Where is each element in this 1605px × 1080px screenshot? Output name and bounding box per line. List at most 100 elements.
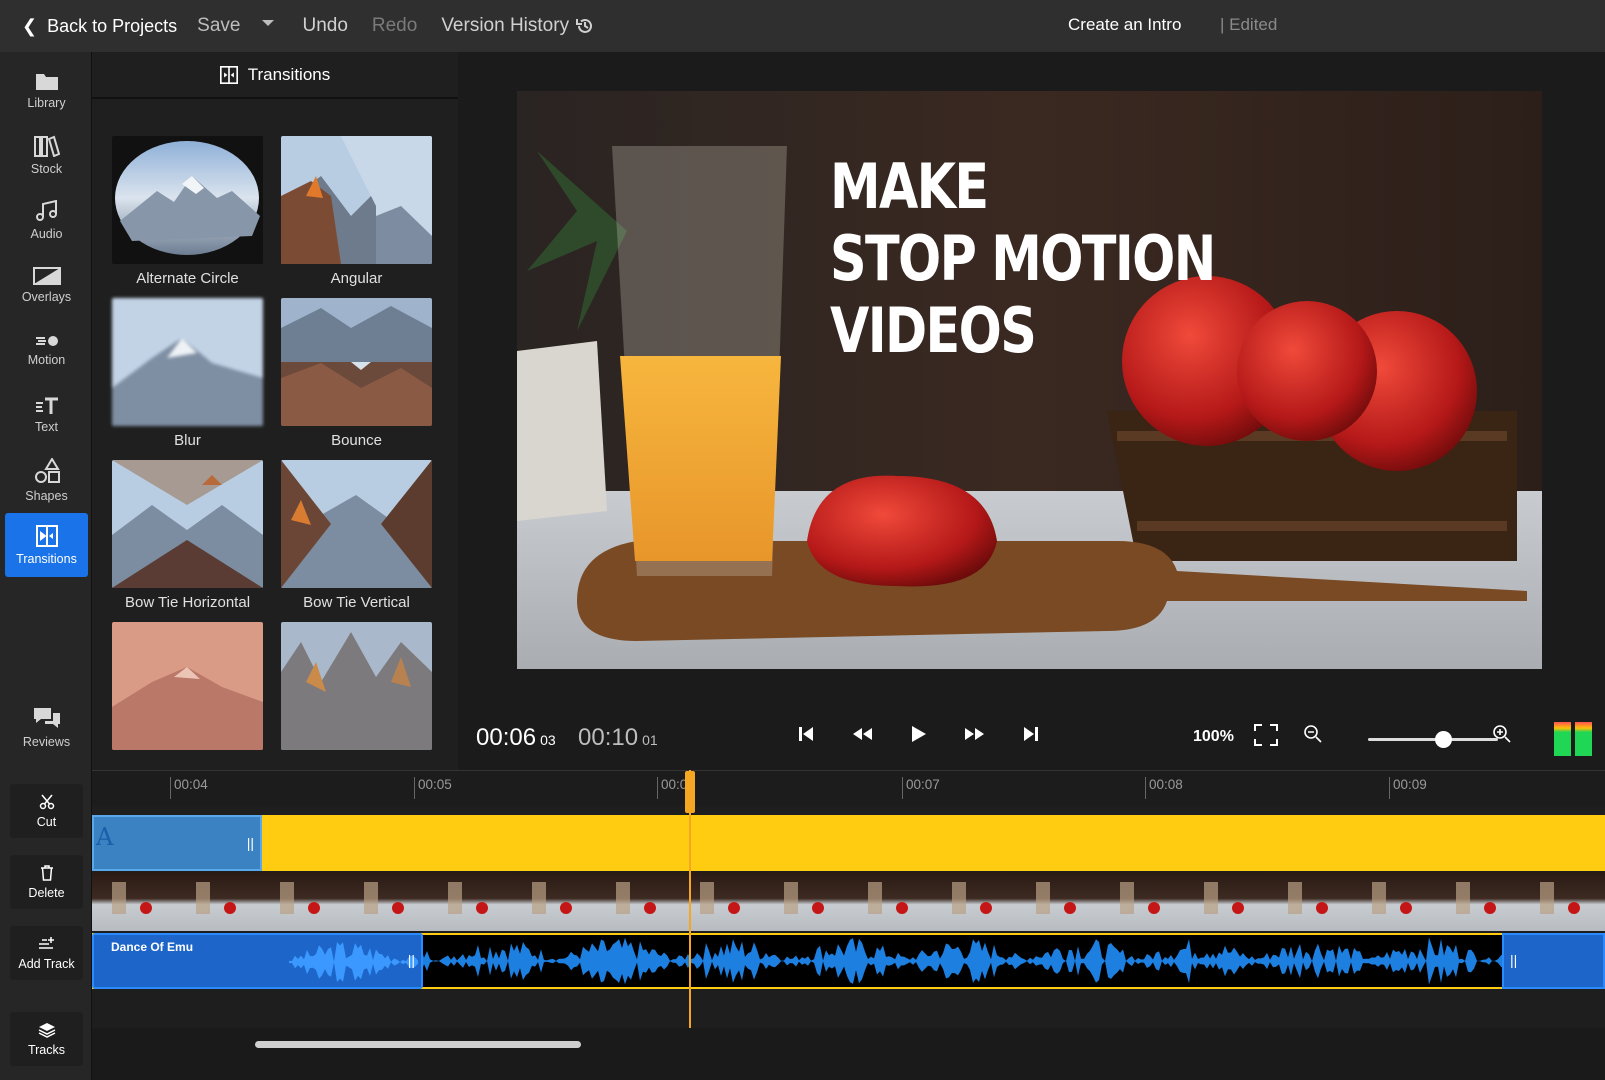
tool-label: Delete	[28, 885, 65, 900]
timeline-horizontal-scrollbar[interactable]	[255, 1041, 581, 1048]
sidebar-item-audio[interactable]: Audio	[5, 188, 88, 252]
sidebar-item-stock[interactable]: Stock	[5, 123, 88, 187]
transition-tile-bow-tie-vertical[interactable]: Bow Tie Vertical	[281, 460, 432, 611]
books-icon	[33, 135, 60, 157]
meter-right	[1575, 722, 1592, 756]
title-line: STOP MOTION	[830, 222, 1216, 295]
ruler-tick: 00:05	[414, 777, 452, 799]
sidebar-item-shapes[interactable]: Shapes	[5, 448, 88, 512]
video-frame-thumbnail	[764, 872, 850, 931]
ruler-tick: 00:04	[170, 777, 208, 799]
clip-trim-handle[interactable]: ||	[1510, 952, 1517, 968]
frame-glass	[1540, 882, 1554, 914]
add-track-button[interactable]: Add Track	[10, 926, 83, 980]
video-title-overlay[interactable]: MAKE STOP MOTION VIDEOS	[830, 151, 1216, 367]
sidebar-item-label: Transitions	[16, 551, 77, 566]
fullscreen-icon[interactable]	[1254, 724, 1278, 746]
time-ruler[interactable]: 00:04 00:05 00:0 00:07 00:08 00:09	[92, 770, 1605, 806]
transition-thumbnail	[112, 136, 263, 264]
frame-glass	[616, 882, 630, 914]
back-to-projects-button[interactable]: ❮ Back to Projects	[22, 16, 177, 37]
music-note-icon	[35, 199, 57, 221]
skip-to-end-icon[interactable]	[1022, 724, 1040, 744]
frame-apple	[728, 902, 740, 914]
zoom-slider[interactable]	[1368, 731, 1498, 748]
video-frame-thumbnail	[1268, 872, 1354, 931]
sidebar-item-transitions[interactable]: Transitions	[5, 513, 88, 577]
clip-trim-handle[interactable]: ||	[408, 952, 415, 968]
timeline-tools: Cut Delete Add Track Tracks	[0, 770, 92, 1080]
video-frame-thumbnail	[1016, 872, 1102, 931]
ruler-tick: 00:08	[1145, 777, 1183, 799]
text-track[interactable]	[92, 815, 1605, 871]
frame-glass	[868, 882, 882, 914]
frame-apple	[476, 902, 488, 914]
video-frame-thumbnail	[512, 872, 598, 931]
chat-icon	[33, 707, 60, 728]
title-line: VIDEOS	[830, 294, 1037, 367]
audio-clip-next[interactable]: ||	[1502, 933, 1605, 989]
transport-bar: 00:06 03 00:10 01 100%	[458, 710, 1605, 760]
rewind-icon[interactable]	[850, 724, 874, 744]
sidebar-item-reviews[interactable]: Reviews	[5, 695, 88, 759]
fast-forward-icon[interactable]	[963, 724, 987, 744]
total-frames: 01	[642, 732, 658, 748]
transition-tile-bounce[interactable]: Bounce	[281, 298, 432, 449]
transition-thumbnail	[281, 460, 432, 588]
frame-apple	[224, 902, 236, 914]
sidebar-item-text[interactable]: Text	[5, 383, 88, 447]
sidebar-item-label: Shapes	[25, 488, 68, 503]
sidebar-item-label: Reviews	[22, 734, 71, 749]
sidebar-item-label: Overlays	[21, 289, 72, 304]
transition-tile-angular[interactable]: Angular	[281, 136, 432, 287]
sidebar-item-overlays[interactable]: Overlays	[5, 253, 88, 317]
version-history-button[interactable]: Version History	[441, 15, 595, 37]
save-button[interactable]: Save	[197, 15, 240, 37]
zoom-level[interactable]: 100%	[1193, 728, 1234, 746]
transition-thumbnail	[281, 298, 432, 426]
skip-to-start-icon[interactable]	[797, 724, 815, 744]
audio-clip[interactable]: Dance Of Emu ||	[92, 933, 423, 989]
zoom-in-icon[interactable]	[1492, 724, 1512, 744]
transition-tile-alternate-circle[interactable]: Alternate Circle	[112, 136, 263, 287]
clip-trim-handle[interactable]: ||	[247, 835, 254, 851]
redo-button[interactable]: Redo	[372, 15, 417, 37]
text-clip[interactable]: A ||	[92, 815, 262, 871]
sidebar-item-motion[interactable]: Motion	[5, 318, 88, 382]
video-track[interactable]	[92, 872, 1605, 931]
transition-label: Bounce	[331, 432, 382, 449]
frame-apple	[1568, 902, 1580, 914]
meter-left	[1554, 722, 1571, 756]
transition-thumbnail	[281, 136, 432, 264]
sidebar-item-library[interactable]: Library	[5, 58, 88, 122]
project-name[interactable]: Create an Intro	[1068, 15, 1181, 35]
frame-glass	[1120, 882, 1134, 914]
frame-glass	[280, 882, 294, 914]
zoom-out-icon[interactable]	[1303, 724, 1323, 744]
save-options-caret-icon[interactable]	[262, 20, 275, 26]
delete-button[interactable]: Delete	[10, 855, 83, 909]
undo-button[interactable]: Undo	[302, 15, 347, 37]
transition-tile-bow-tie-horizontal[interactable]: Bow Tie Horizontal	[112, 460, 263, 611]
zoom-slider-knob[interactable]	[1435, 731, 1452, 748]
frame-apple	[896, 902, 908, 914]
transition-tile-blur[interactable]: Blur	[112, 298, 263, 449]
tracks-button[interactable]: Tracks	[10, 1012, 83, 1066]
frame-glass	[532, 882, 546, 914]
audio-level-meter	[1554, 722, 1592, 756]
transition-tile-cross-fade[interactable]	[281, 622, 432, 750]
video-frame-thumbnail	[1436, 872, 1522, 931]
playhead[interactable]	[685, 770, 695, 1030]
frame-apple	[392, 902, 404, 914]
play-icon[interactable]	[908, 724, 928, 744]
frame-glass	[1204, 882, 1218, 914]
tool-label: Cut	[36, 814, 57, 829]
total-time: 00:10	[578, 724, 639, 751]
video-preview[interactable]: MAKE STOP MOTION VIDEOS	[517, 91, 1542, 669]
playhead-handle[interactable]	[685, 771, 695, 813]
timeline[interactable]: 00:04 00:05 00:0 00:07 00:08 00:09 A || …	[92, 770, 1605, 1080]
cut-button[interactable]: Cut	[10, 784, 83, 838]
transition-tile-color-tint[interactable]	[112, 622, 263, 750]
transition-label: Bow Tie Vertical	[303, 594, 410, 611]
panel-title: Transitions	[247, 64, 331, 84]
